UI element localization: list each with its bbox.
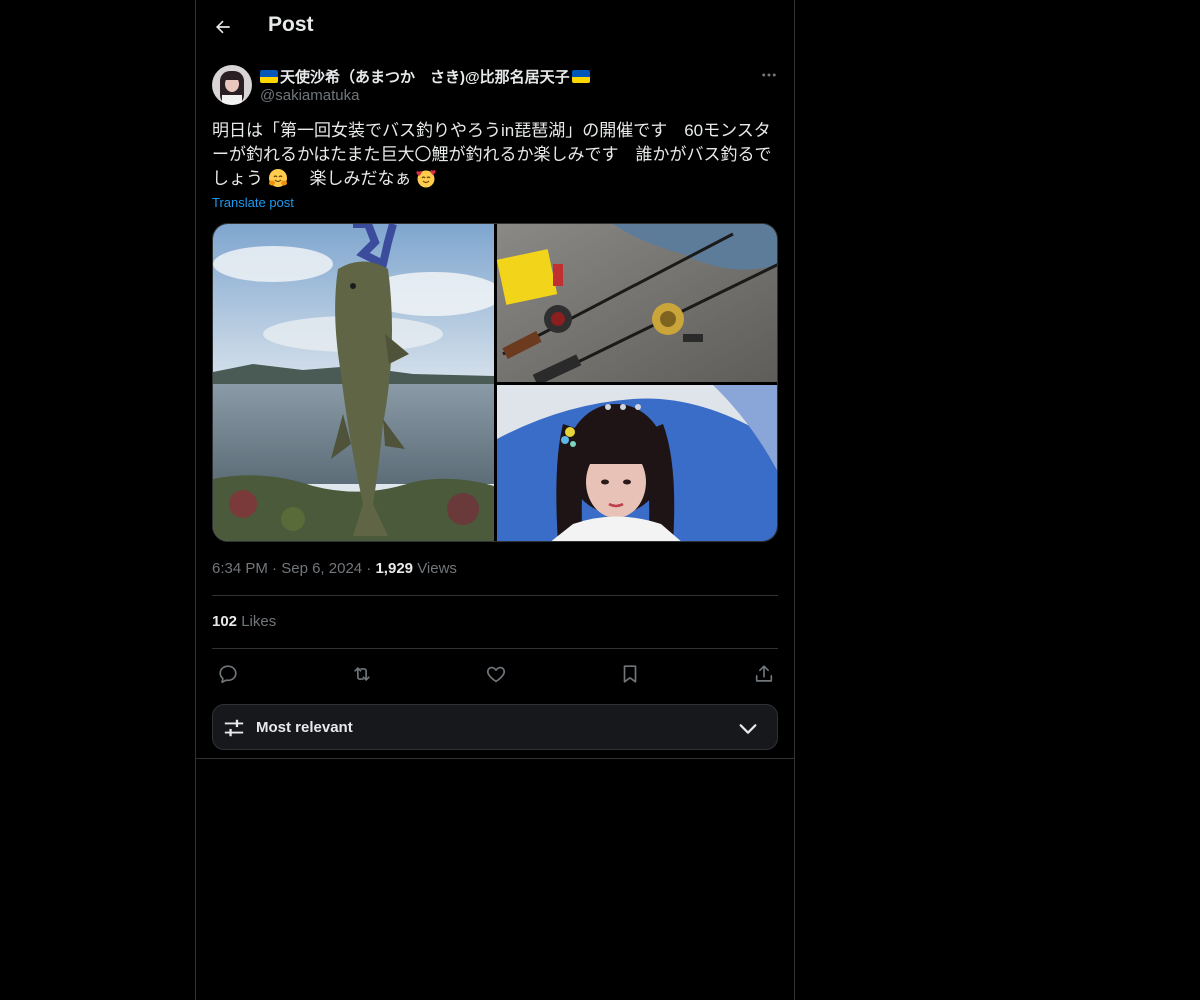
post-header: Post <box>196 0 794 54</box>
translate-post-link[interactable]: Translate post <box>212 195 294 210</box>
like-button[interactable] <box>479 660 513 688</box>
post-column: Post 天使沙希（あまつか さき)@比那名居天子 @sakiamatuka 明… <box>195 0 795 1000</box>
chevron-down-icon <box>739 724 757 734</box>
reply-button[interactable] <box>211 660 245 688</box>
divider <box>196 758 794 759</box>
avatar[interactable] <box>212 65 252 105</box>
back-button[interactable] <box>206 10 240 44</box>
hugging-face-emoji-icon <box>268 169 287 187</box>
more-button[interactable] <box>758 64 780 86</box>
author-name[interactable]: 天使沙希（あまつか さき)@比那名居天子 <box>260 66 590 87</box>
smiling-face-with-hearts-emoji-icon <box>416 170 436 188</box>
media-image-fish[interactable] <box>213 224 503 542</box>
post-meta: 6:34 PM · Sep 6, 2024 · 1,929 Views <box>212 560 457 577</box>
share-button[interactable] <box>747 660 781 688</box>
bookmark-button[interactable] <box>613 660 647 688</box>
repost-button[interactable] <box>345 660 379 688</box>
meta-separator: · <box>272 560 282 577</box>
media-image-selfie[interactable] <box>497 385 778 542</box>
author-handle[interactable]: @sakiamatuka <box>260 87 359 104</box>
sort-replies-dropdown[interactable]: Most relevant <box>212 704 778 750</box>
heart-icon <box>486 666 506 683</box>
divider <box>212 595 778 596</box>
post-text-part2: 楽しみだなぁ <box>292 169 412 188</box>
divider <box>212 648 778 649</box>
repost-icon <box>354 667 370 681</box>
page-title: Post <box>268 13 314 36</box>
views-count: 1,929 <box>375 560 414 577</box>
post-media-grid <box>212 223 778 542</box>
author-name-text: 天使沙希（あまつか さき)@比那名居天子 <box>280 69 570 86</box>
likes-label: Likes <box>241 613 277 630</box>
reply-icon <box>219 665 237 684</box>
media-image-fishing-gear[interactable] <box>496 224 778 386</box>
more-horizontal-icon <box>762 73 776 77</box>
ukraine-flag-icon <box>571 70 590 83</box>
likes-stat[interactable]: 102 Likes <box>212 613 276 630</box>
arrow-left-icon <box>216 20 230 34</box>
ukraine-flag-icon <box>260 70 278 83</box>
post-time[interactable]: 6:34 PM <box>212 560 268 577</box>
views-label: Views <box>417 560 457 577</box>
post-text: 明日は「第一回女装でバス釣りやろうin琵琶湖」の開催です 60モンスターが釣れる… <box>212 119 778 191</box>
share-icon <box>755 665 773 682</box>
post-date[interactable]: Sep 6, 2024 <box>281 560 362 577</box>
sort-label: Most relevant <box>256 719 353 736</box>
sliders-icon <box>224 719 244 737</box>
likes-count: 102 <box>212 613 238 630</box>
bookmark-icon <box>623 665 637 683</box>
